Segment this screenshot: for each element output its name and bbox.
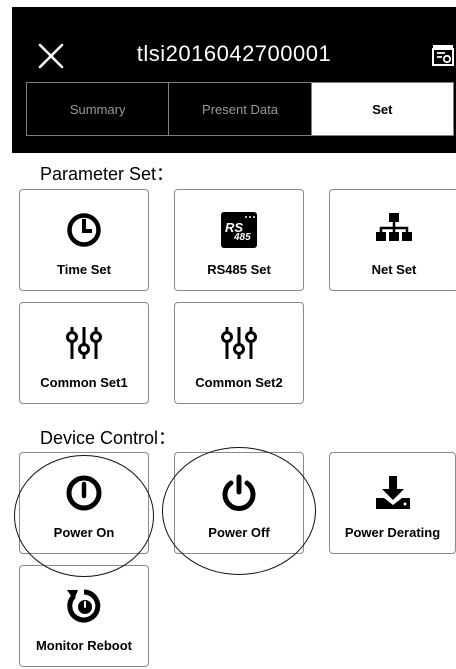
tab-summary[interactable]: Summary bbox=[27, 83, 170, 135]
parameter-set-heading: Parameter Set： bbox=[40, 164, 175, 184]
power-derating-label: Power Derating bbox=[344, 525, 441, 540]
common-set1-button[interactable]: Common Set1 bbox=[19, 302, 149, 404]
tab-set[interactable]: Set bbox=[311, 83, 453, 135]
tab-present-data[interactable]: Present Data bbox=[169, 83, 312, 135]
tab-bar: Summary Present Data Set bbox=[26, 82, 454, 136]
monitor-reboot-label: Monitor Reboot bbox=[35, 638, 133, 653]
header-bar: tlsi2016042700001 Summary Present Data S… bbox=[12, 7, 456, 153]
monitor-reboot-button[interactable]: Monitor Reboot bbox=[19, 565, 149, 667]
power-derating-button[interactable]: Power Derating bbox=[329, 452, 456, 554]
rs485-set-button[interactable]: RS 485 RS485 Set bbox=[174, 189, 304, 291]
power-off-icon bbox=[219, 473, 259, 513]
rs485-set-label: RS485 Set bbox=[207, 262, 271, 277]
document-settings-icon[interactable] bbox=[432, 43, 454, 67]
power-on-button[interactable]: Power On bbox=[19, 452, 149, 554]
power-on-icon bbox=[64, 473, 104, 513]
common-set2-button[interactable]: Common Set2 bbox=[174, 302, 304, 404]
rs485-badge-bottom: 485 bbox=[233, 232, 251, 243]
reboot-icon bbox=[64, 586, 104, 626]
device-control-heading: Device Control： bbox=[40, 428, 177, 448]
network-icon bbox=[374, 210, 414, 250]
download-tray-icon bbox=[373, 473, 413, 513]
net-set-label: Net Set bbox=[371, 262, 417, 277]
net-set-button[interactable]: Net Set bbox=[329, 189, 456, 291]
common-set1-label: Common Set1 bbox=[40, 375, 128, 390]
power-off-label: Power Off bbox=[208, 525, 270, 540]
power-off-button[interactable]: Power Off bbox=[174, 452, 304, 554]
sliders-icon bbox=[64, 323, 104, 363]
rs485-icon: RS 485 bbox=[219, 210, 259, 250]
sliders-icon bbox=[219, 323, 259, 363]
common-set2-label: Common Set2 bbox=[195, 375, 283, 390]
time-set-label: Time Set bbox=[57, 262, 111, 277]
power-on-label: Power On bbox=[53, 525, 115, 540]
clock-icon bbox=[64, 210, 104, 250]
page-title: tlsi2016042700001 bbox=[136, 41, 332, 66]
time-set-button[interactable]: Time Set bbox=[19, 189, 149, 291]
